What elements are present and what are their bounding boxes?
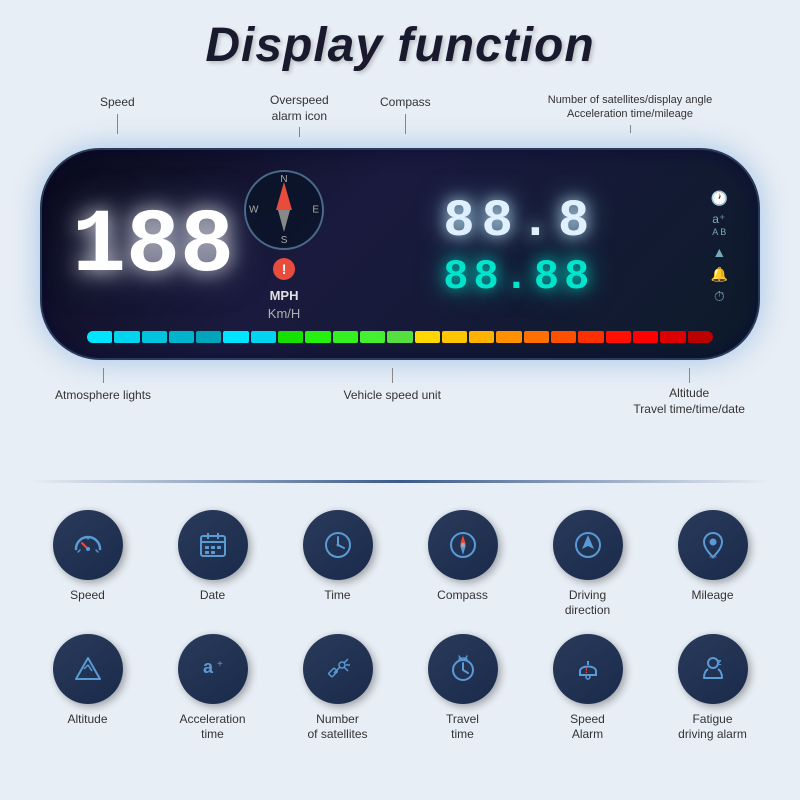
altitude-label: AltitudeTravel time/time/date xyxy=(633,368,745,417)
travel-clock-icon xyxy=(445,651,481,687)
speed-digits: 1 8 8 xyxy=(72,202,229,292)
fatigue-icon: z xyxy=(695,651,731,687)
speedometer-icon xyxy=(70,527,106,563)
satellites-feature-label: Numberof satellites xyxy=(307,712,367,743)
atmosphere-label: Atmosphere lights xyxy=(55,368,151,417)
clock-side-icon: 🕐 xyxy=(711,191,728,205)
right-displays: 8 8 . 8 8 8 . 8 8 xyxy=(339,196,696,298)
overspeed-label: Overspeedalarm icon xyxy=(270,93,329,137)
speed-alarm-feature-label: SpeedAlarm xyxy=(570,712,605,743)
navigation-icon xyxy=(570,527,606,563)
feature-travel-time: Traveltime xyxy=(405,634,520,743)
top-labels: Speed Overspeedalarm icon Compass Number… xyxy=(50,93,750,148)
calendar-icon xyxy=(195,527,231,563)
feature-satellites: Numberof satellites xyxy=(280,634,395,743)
speed-alarm-icon-circle: ! xyxy=(553,634,623,704)
altitude-icon-circle xyxy=(53,634,123,704)
compass-feature-label: Compass xyxy=(437,588,488,604)
mileage-feature-label: Mileage xyxy=(691,588,733,604)
acceleration-icon: a + xyxy=(195,651,231,687)
driving-direction-label: Drivingdirection xyxy=(565,588,610,619)
speed-label: Speed xyxy=(100,93,135,134)
feature-driving-direction: Drivingdirection xyxy=(530,510,645,619)
atmosphere-color-bar xyxy=(87,331,713,343)
compass-icon-circle xyxy=(428,510,498,580)
location-pin-icon xyxy=(695,527,731,563)
compass-top-label: Compass xyxy=(380,93,431,134)
speed-unit: MPH Km/H xyxy=(268,287,301,323)
date-icon-circle xyxy=(178,510,248,580)
triangle-side-icon: ▲ xyxy=(712,245,726,259)
compass-feature-icon xyxy=(445,527,481,563)
acceleration-feature-label: Accelerationtime xyxy=(179,712,245,743)
feature-grid: Speed Date xyxy=(0,495,800,763)
feature-date: Date xyxy=(155,510,270,619)
display-section: Speed Overspeedalarm icon Compass Number… xyxy=(30,83,770,468)
time-feature-label: Time xyxy=(324,588,350,604)
font-side-icon: a⁺A B xyxy=(712,213,726,237)
fatigue-feature-label: Fatiguedriving alarm xyxy=(678,712,747,743)
altitude-feature-label: Altitude xyxy=(67,712,107,728)
compass-display: N S E W xyxy=(244,170,324,250)
bottom-segment-row: 8 8 . 8 8 xyxy=(339,256,696,298)
date-feature-label: Date xyxy=(200,588,225,604)
mountain-icon xyxy=(70,651,106,687)
alarm-side-icon: 🔔 xyxy=(711,267,728,281)
driving-direction-icon-circle xyxy=(553,510,623,580)
page-header: Display function xyxy=(0,0,800,83)
svg-text:a: a xyxy=(203,657,214,677)
feature-mileage: Mileage xyxy=(655,510,770,619)
top-segment-row: 8 8 . 8 xyxy=(339,196,696,248)
satellites-icon-circle xyxy=(303,634,373,704)
svg-text:!: ! xyxy=(585,666,588,675)
feature-speed: Speed xyxy=(30,510,145,619)
svg-text:+: + xyxy=(217,659,223,670)
mileage-icon-circle xyxy=(678,510,748,580)
feature-speed-alarm: ! SpeedAlarm xyxy=(530,634,645,743)
acceleration-icon-circle: a + xyxy=(178,634,248,704)
feature-altitude: Altitude xyxy=(30,634,145,743)
fatigue-icon-circle: z xyxy=(678,634,748,704)
speed-icon-circle xyxy=(53,510,123,580)
feature-time: Time xyxy=(280,510,395,619)
travel-time-feature-label: Traveltime xyxy=(446,712,479,743)
feature-fatigue: z Fatiguedriving alarm xyxy=(655,634,770,743)
vehicle-speed-label: Vehicle speed unit xyxy=(344,368,441,417)
speed-feature-label: Speed xyxy=(70,588,105,604)
section-divider xyxy=(30,480,770,483)
side-icons: 🕐 a⁺A B ▲ 🔔 ⏱ xyxy=(711,191,728,303)
svg-text:z: z xyxy=(717,657,722,667)
hud-display: 1 8 8 N S E W ! MPH xyxy=(40,148,760,360)
time-icon-circle xyxy=(303,510,373,580)
satellite-icon xyxy=(320,651,356,687)
compass-unit-area: N S E W ! MPH Km/H xyxy=(244,170,324,323)
right-top-label: Number of satellites/display angleAccele… xyxy=(520,93,740,133)
travel-time-icon-circle xyxy=(428,634,498,704)
feature-compass: Compass xyxy=(405,510,520,619)
alarm-icon: ! xyxy=(570,651,606,687)
clock-icon xyxy=(320,527,356,563)
feature-acceleration: a + Accelerationtime xyxy=(155,634,270,743)
page-title: Display function xyxy=(0,18,800,73)
timer-side-icon: ⏱ xyxy=(714,289,725,303)
bottom-labels: Atmosphere lights Vehicle speed unit Alt… xyxy=(30,360,770,417)
overspeed-icon: ! xyxy=(273,258,295,280)
